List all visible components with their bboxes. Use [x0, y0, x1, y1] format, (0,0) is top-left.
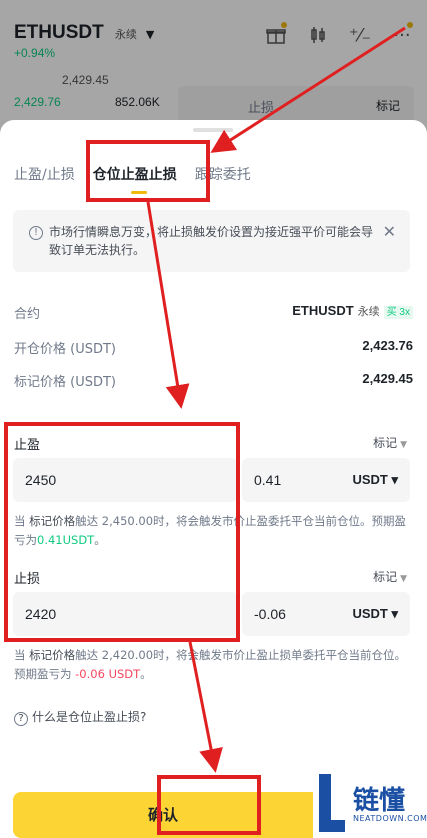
watermark-cn: 链懂 [353, 786, 406, 816]
arrow-3 [188, 641, 223, 773]
annotation-arrows [146, 26, 406, 773]
watermark-logo [319, 774, 345, 832]
watermark: 链懂 NEATDOWN.COM [313, 766, 427, 838]
watermark-en: NEATDOWN.COM [353, 814, 427, 823]
arrow-2 [146, 201, 190, 409]
arrow-1 [210, 26, 406, 153]
